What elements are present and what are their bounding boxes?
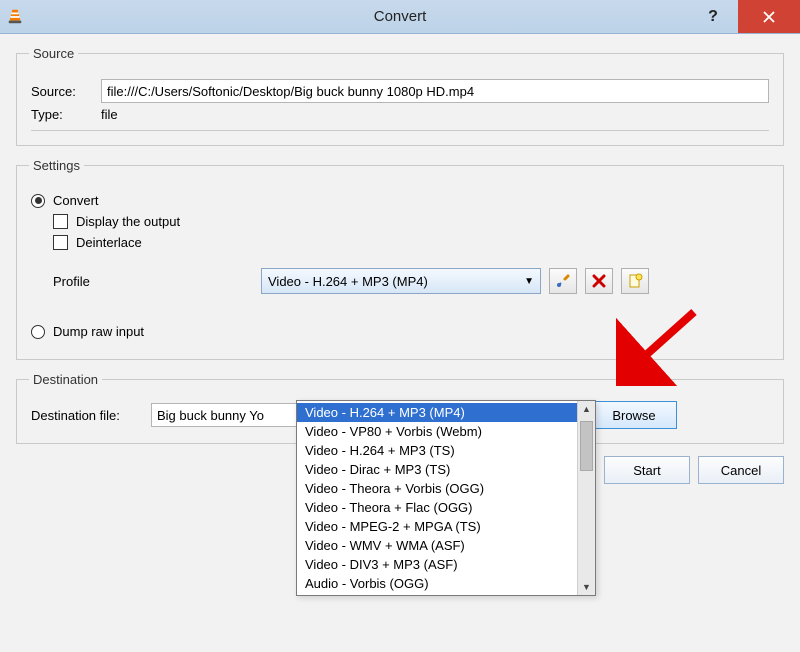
delete-profile-button[interactable]	[585, 268, 613, 294]
cancel-button[interactable]: Cancel	[698, 456, 784, 484]
destination-legend: Destination	[29, 372, 102, 387]
profile-dropdown-list[interactable]: Video - H.264 + MP3 (MP4)Video - VP80 + …	[296, 400, 596, 596]
vlc-icon	[0, 8, 30, 26]
dump-raw-label: Dump raw input	[53, 324, 144, 339]
chevron-down-icon: ▼	[524, 276, 534, 287]
source-group: Source Source: Type: file	[16, 46, 784, 146]
scroll-down-icon[interactable]: ▼	[578, 579, 595, 595]
convert-radio[interactable]: Convert	[31, 193, 769, 208]
checkbox-unchecked-icon	[53, 235, 68, 250]
start-button[interactable]: Start	[604, 456, 690, 484]
destination-file-label: Destination file:	[31, 408, 141, 423]
deinterlace-checkbox[interactable]: Deinterlace	[53, 235, 769, 250]
profile-option[interactable]: Video - Theora + Flac (OGG)	[297, 498, 577, 517]
display-output-label: Display the output	[76, 214, 180, 229]
help-button[interactable]: ?	[688, 0, 738, 33]
profile-option[interactable]: Video - WMV + WMA (ASF)	[297, 536, 577, 555]
edit-profile-button[interactable]	[549, 268, 577, 294]
delete-x-icon	[592, 274, 606, 288]
source-input[interactable]	[101, 79, 769, 103]
display-output-checkbox[interactable]: Display the output	[53, 214, 769, 229]
window-title: Convert	[0, 8, 800, 25]
checkbox-unchecked-icon	[53, 214, 68, 229]
profile-label: Profile	[31, 274, 261, 289]
type-value: file	[101, 107, 118, 122]
browse-button[interactable]: Browse	[591, 401, 677, 429]
source-separator	[31, 130, 769, 131]
profile-option[interactable]: Video - H.264 + MP3 (TS)	[297, 441, 577, 460]
profile-option[interactable]: Video - Theora + Vorbis (OGG)	[297, 479, 577, 498]
profile-option[interactable]: Video - H.264 + MP3 (MP4)	[297, 403, 577, 422]
deinterlace-label: Deinterlace	[76, 235, 142, 250]
title-bar: Convert ?	[0, 0, 800, 34]
settings-legend: Settings	[29, 158, 84, 173]
source-label: Source:	[31, 84, 101, 99]
scroll-up-icon[interactable]: ▲	[578, 401, 595, 417]
new-profile-button[interactable]	[621, 268, 649, 294]
profile-option[interactable]: Video - MPEG-2 + MPGA (TS)	[297, 517, 577, 536]
profile-option[interactable]: Video - Dirac + MP3 (TS)	[297, 460, 577, 479]
profile-combobox[interactable]: Video - H.264 + MP3 (MP4) ▼	[261, 268, 541, 294]
source-legend: Source	[29, 46, 78, 61]
close-button[interactable]	[738, 0, 800, 33]
convert-radio-label: Convert	[53, 193, 99, 208]
radio-checked-icon	[31, 194, 45, 208]
profile-option[interactable]: Audio - Vorbis (OGG)	[297, 574, 577, 593]
settings-group: Settings Convert Display the output Dein…	[16, 158, 784, 360]
dump-raw-radio[interactable]: Dump raw input	[31, 324, 769, 339]
profile-option[interactable]: Video - DIV3 + MP3 (ASF)	[297, 555, 577, 574]
new-document-icon	[627, 273, 643, 289]
profile-option[interactable]: Video - VP80 + Vorbis (Webm)	[297, 422, 577, 441]
radio-unchecked-icon	[31, 325, 45, 339]
type-label: Type:	[31, 107, 101, 122]
profile-selected-text: Video - H.264 + MP3 (MP4)	[268, 274, 428, 289]
wrench-icon	[555, 273, 571, 289]
dropdown-scrollbar[interactable]: ▲ ▼	[577, 401, 595, 595]
scroll-thumb[interactable]	[580, 421, 593, 471]
